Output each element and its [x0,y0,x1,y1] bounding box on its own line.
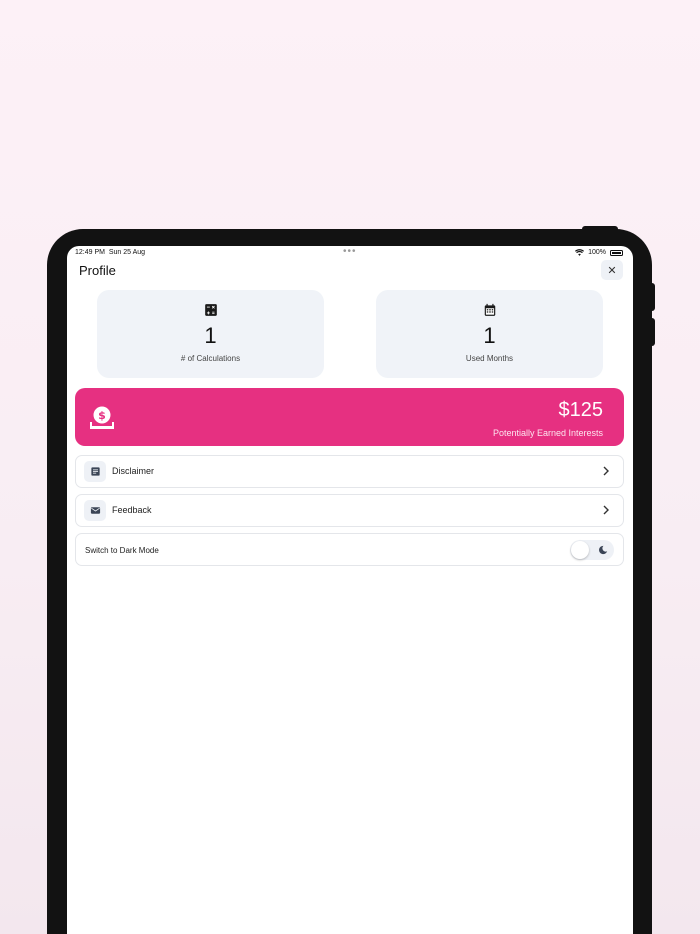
feedback-label: Feedback [112,505,152,515]
disclaimer-label: Disclaimer [112,466,155,476]
dark-mode-row: Switch to Dark Mode [75,533,624,566]
row-icon-container [84,500,106,521]
page-title: Profile [79,263,116,278]
status-indicators: 100% [575,249,623,256]
svg-text:$: $ [98,409,106,422]
app-screen: 12:49 PM Sun 25 Aug ••• 100% Profile ✕ 1… [67,246,633,934]
chevron-right-icon [603,466,609,476]
calculations-count: 1 [204,323,217,348]
calculator-icon [204,304,217,316]
calendar-icon [484,303,495,316]
calculations-label: # of Calculations [180,354,241,363]
mail-icon [90,507,100,514]
multitasking-dots[interactable]: ••• [343,246,357,257]
money-savings-icon: $ [90,406,114,429]
dark-mode-label: Switch to Dark Mode [85,546,159,555]
stat-card-calculations: 1 # of Calculations [97,290,324,378]
dark-mode-toggle[interactable] [570,540,614,560]
battery-percent: 100% [588,249,606,256]
chevron-right-icon [603,505,609,515]
battery-icon [610,249,623,256]
wifi-icon [575,249,585,256]
interest-caption: Potentially Earned Interests [492,428,603,438]
row-icon-container [84,461,106,482]
months-label: Used Months [465,354,514,363]
stat-card-months: 1 Used Months [376,290,603,378]
toggle-knob [571,541,589,559]
feedback-row[interactable]: Feedback [75,494,624,527]
close-button[interactable]: ✕ [601,260,623,280]
status-bar: 12:49 PM Sun 25 Aug ••• 100% [67,246,633,260]
close-icon: ✕ [607,264,617,277]
months-count: 1 [483,323,496,348]
interest-amount: $125 [558,399,604,421]
disclaimer-row[interactable]: Disclaimer [75,455,624,488]
moon-icon [599,545,608,555]
status-time: 12:49 PM Sun 25 Aug [75,249,146,256]
interest-banner: $ $125 Potentially Earned Interests [75,388,624,446]
document-icon [90,467,100,476]
